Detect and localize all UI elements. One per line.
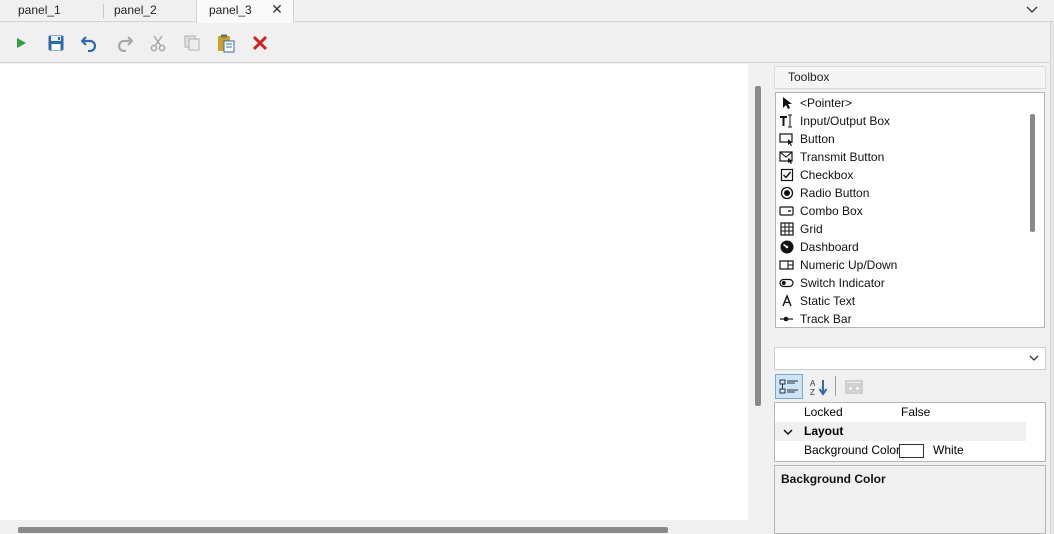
toolbox-item-label: Button <box>800 132 835 146</box>
toolbox-item-button[interactable]: Button <box>776 130 1024 148</box>
cut-icon <box>150 35 166 52</box>
property-name: Locked <box>804 405 843 419</box>
object-selector-combo[interactable] <box>774 347 1046 370</box>
property-pages-icon <box>845 380 863 393</box>
toolbox-item-label: Dashboard <box>800 240 859 254</box>
categorized-view-button[interactable] <box>775 374 803 399</box>
undo-button[interactable] <box>79 33 99 53</box>
sort-alphabetical-icon: AZ <box>810 379 828 396</box>
toolbox-item-combo-box[interactable]: Combo Box <box>776 202 1024 220</box>
toolbox-item-pointer[interactable]: <Pointer> <box>776 94 1024 112</box>
toolbar <box>0 23 1054 63</box>
toolbox-item-label: Switch Indicator <box>800 276 885 290</box>
toolbox-item-label: Track Bar <box>800 312 852 326</box>
property-value[interactable]: False <box>901 403 930 422</box>
transmit-button-icon <box>779 150 794 164</box>
toolbox-scroll-thumb[interactable] <box>1030 114 1035 232</box>
text-input-icon <box>779 114 794 128</box>
run-button[interactable] <box>11 33 31 53</box>
toolbox-title: Toolbox <box>788 70 830 84</box>
paste-icon <box>218 34 235 53</box>
toolbox-item-label: <Pointer> <box>800 96 853 110</box>
toolbox-item-radio-button[interactable]: Radio Button <box>776 184 1024 202</box>
track-bar-icon <box>779 312 794 326</box>
undo-icon <box>80 36 97 52</box>
tab-label: panel_1 <box>18 3 61 17</box>
toolbox-item-label: Grid <box>800 222 823 236</box>
tab-bar: panel_1 panel_2 panel_3 ✕ <box>0 0 1054 23</box>
designer-window: panel_1 panel_2 panel_3 ✕ Toolbox <Point… <box>0 0 1054 534</box>
toolbox-item-static-text[interactable]: Static Text <box>776 292 1024 310</box>
property-description-title: Background Color <box>781 472 886 486</box>
static-text-icon <box>779 294 794 308</box>
toolbox-item-label: Checkbox <box>800 168 854 182</box>
toolbox-header[interactable]: Toolbox <box>774 66 1046 89</box>
button-icon <box>779 132 794 146</box>
toolbox-item-label: Numeric Up/Down <box>800 258 898 272</box>
property-name: Background Color <box>804 443 899 457</box>
chevron-down-icon <box>1027 351 1041 365</box>
canvas-horizontal-scroll-thumb[interactable] <box>18 527 668 533</box>
toolbox-item-input-output-box[interactable]: Input/Output Box <box>776 112 1024 130</box>
property-pages-button[interactable] <box>840 374 868 399</box>
tab-label: panel_2 <box>114 3 157 17</box>
toolbox-item-numeric-up-down[interactable]: Numeric Up/Down <box>776 256 1024 274</box>
toolbox-item-grid[interactable]: Grid <box>776 220 1024 238</box>
radio-button-icon <box>779 186 794 200</box>
window-right-edge <box>1050 22 1054 534</box>
toolbox-item-transmit-button[interactable]: Transmit Button <box>776 148 1024 166</box>
svg-text:Z: Z <box>810 388 815 396</box>
tab-label: panel_3 <box>209 3 252 17</box>
toolbox-item-label: Static Text <box>800 294 856 308</box>
paste-button[interactable] <box>216 33 236 53</box>
design-canvas[interactable] <box>0 64 748 520</box>
save-button[interactable] <box>46 33 66 53</box>
chevron-down-icon[interactable] <box>782 422 794 441</box>
tab-panel-1[interactable]: panel_1 <box>0 0 103 22</box>
canvas-vertical-scroll-thumb[interactable] <box>755 86 761 406</box>
toolbar-separator <box>835 376 836 396</box>
delete-icon <box>252 35 268 51</box>
toolbox-item-label: Combo Box <box>800 204 863 218</box>
delete-button[interactable] <box>250 33 270 53</box>
property-category-layout[interactable]: Layout <box>775 422 1026 441</box>
property-grid: Locked False Layout Background Color Whi… <box>774 402 1046 462</box>
close-tab-icon[interactable]: ✕ <box>269 0 285 20</box>
toolbox-item-switch-indicator[interactable]: Switch Indicator <box>776 274 1024 292</box>
grid-icon <box>779 222 794 236</box>
tab-panel-2[interactable]: panel_2 <box>96 0 196 22</box>
save-icon <box>48 35 64 51</box>
cut-button[interactable] <box>148 33 168 53</box>
switch-indicator-icon <box>779 276 794 290</box>
copy-icon <box>184 35 200 51</box>
property-description-pane: Background Color <box>774 465 1046 534</box>
toolbox-item-track-bar[interactable]: Track Bar <box>776 310 1024 327</box>
toolbox-item-checkbox[interactable]: Checkbox <box>776 166 1024 184</box>
property-row-background-color[interactable]: Background Color White <box>775 441 1026 460</box>
toolbox-item-label: Radio Button <box>800 186 870 200</box>
pointer-icon <box>779 96 794 110</box>
toolbox-list: <Pointer> Input/Output Box Button Transm… <box>775 92 1045 328</box>
tab-overflow-chevron-icon[interactable] <box>1024 2 1040 18</box>
numeric-updown-icon <box>779 258 794 272</box>
svg-text:A: A <box>810 379 816 388</box>
toolbox-item-dashboard[interactable]: Dashboard <box>776 238 1024 256</box>
toolbox-item-label: Input/Output Box <box>800 114 891 128</box>
play-icon <box>17 38 26 48</box>
categorized-icon <box>779 379 798 393</box>
checkbox-icon <box>779 168 794 182</box>
property-value[interactable]: White <box>933 441 964 460</box>
redo-button[interactable] <box>115 33 135 53</box>
redo-icon <box>117 36 134 52</box>
alphabetical-view-button[interactable]: AZ <box>805 374 833 399</box>
property-category-name: Layout <box>804 424 844 438</box>
toolbox-item-label: Transmit Button <box>800 150 885 164</box>
property-row-locked[interactable]: Locked False <box>775 403 1026 422</box>
color-swatch <box>899 444 924 458</box>
combo-box-icon <box>779 204 794 218</box>
property-grid-toolbar: AZ <box>774 372 1046 400</box>
copy-button[interactable] <box>182 33 202 53</box>
dashboard-icon <box>779 240 794 254</box>
